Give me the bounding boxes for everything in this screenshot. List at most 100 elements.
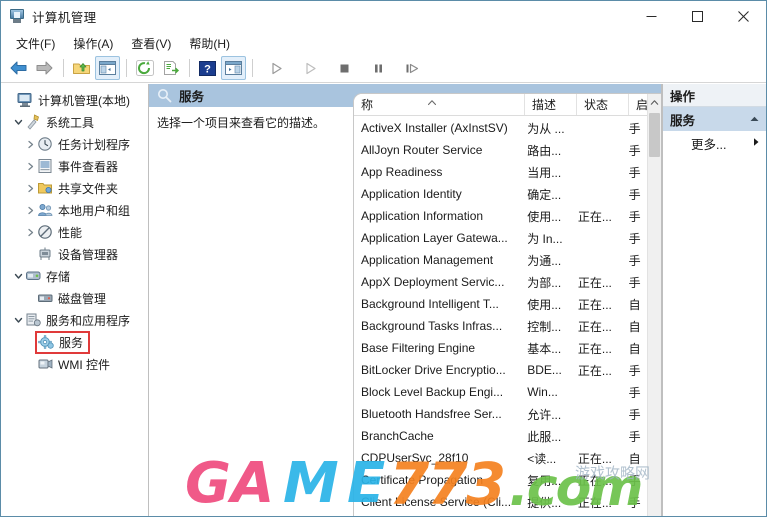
menu-file[interactable]: 文件(F)	[7, 33, 64, 54]
tree-item-label: 事件查看器	[58, 159, 119, 174]
menu-action[interactable]: 操作(A)	[64, 33, 122, 54]
forward-icon[interactable]	[32, 56, 57, 80]
tree-item-disk-management[interactable]: 磁盘管理	[1, 287, 148, 309]
up-folder-icon[interactable]	[69, 56, 94, 80]
actions-group-services[interactable]: 服务	[663, 107, 766, 131]
menu-view[interactable]: 查看(V)	[122, 33, 180, 54]
event-viewer-icon	[37, 158, 54, 174]
sort-ascending-icon	[427, 95, 437, 109]
chevron-down-icon[interactable]	[11, 309, 25, 331]
table-row[interactable]: Block Level Backup Engi... Win... 手	[354, 381, 647, 403]
tree-item-local-users-groups[interactable]: 本地用户和组	[1, 199, 148, 221]
table-row[interactable]: Application Management 为通... 手	[354, 249, 647, 271]
chevron-up-icon[interactable]	[749, 112, 760, 126]
back-icon[interactable]	[6, 56, 31, 80]
table-row[interactable]: Bluetooth Handsfree Ser... 允许... 手	[354, 403, 647, 425]
chevron-right-icon[interactable]	[23, 155, 37, 177]
tree-item-label: 任务计划程序	[58, 137, 131, 152]
tree-item-shared-folders[interactable]: 共享文件夹	[1, 177, 148, 199]
minimize-button[interactable]	[628, 1, 674, 32]
chevron-right-icon[interactable]	[752, 136, 760, 150]
table-row[interactable]: Application Layer Gatewa... 为 In... 手	[354, 227, 647, 249]
actions-group-label: 服务	[670, 113, 696, 128]
pause-icon[interactable]	[366, 56, 391, 80]
device-manager-icon	[37, 246, 54, 262]
maximize-button[interactable]	[674, 1, 720, 32]
console-tree-pane[interactable]: 计算机管理(本地) 系统工具 任务计划程序 事件查看器 共享文件夹 本地用户和组…	[1, 84, 149, 516]
clock-icon	[37, 136, 54, 152]
main-body: 计算机管理(本地) 系统工具 任务计划程序 事件查看器 共享文件夹 本地用户和组…	[1, 84, 766, 516]
tree-item-services[interactable]: 服务	[1, 330, 148, 354]
chevron-down-icon[interactable]	[11, 265, 25, 287]
services-pane: 服务 选择一个项目来查看它的描述。 称 描述 状态 启 ActiveX Inst…	[149, 84, 662, 516]
services-list-pane[interactable]: 称 描述 状态 启 ActiveX Installer (AxInstSV) 为从…	[353, 93, 661, 516]
tree-item-device-manager[interactable]: 设备管理器	[1, 243, 148, 265]
stop-icon[interactable]	[332, 56, 357, 80]
table-row[interactable]: ActiveX Installer (AxInstSV) 为从 ... 手	[354, 117, 647, 139]
list-vertical-scrollbar[interactable]	[647, 94, 661, 516]
toolbar-separator	[126, 59, 127, 77]
actions-pane-title: 操作	[663, 84, 766, 107]
menu-help[interactable]: 帮助(H)	[180, 33, 239, 54]
table-row[interactable]: Base Filtering Engine 基本... 正在... 自	[354, 337, 647, 359]
show-action-pane-icon[interactable]	[221, 56, 246, 80]
table-row[interactable]: App Readiness 当用... 手	[354, 161, 647, 183]
tree-item-wmi-control[interactable]: WMI 控件	[1, 353, 148, 375]
table-row[interactable]: Certificate Propagation 复用... 正在... 手	[354, 469, 647, 491]
tree-item-storage[interactable]: 存储	[1, 265, 148, 287]
export-list-icon[interactable]	[158, 56, 183, 80]
right-area: 服务 选择一个项目来查看它的描述。 称 描述 状态 启 ActiveX Inst…	[149, 84, 766, 516]
tree-item-label: WMI 控件	[58, 357, 110, 372]
table-row[interactable]: CDPUserSvc_28f10 <读... 正在... 自	[354, 447, 647, 469]
table-row[interactable]: Background Intelligent T... 使用... 正在... 自	[354, 293, 647, 315]
table-row[interactable]: Application Identity 确定... 手	[354, 183, 647, 205]
table-row[interactable]: BitLocker Drive Encryptio... BDE... 正在... 手	[354, 359, 647, 381]
users-icon	[37, 202, 54, 218]
start-icon[interactable]	[298, 56, 323, 80]
column-header-name[interactable]: 称	[354, 94, 525, 115]
tree-item-services-and-applications[interactable]: 服务和应用程序	[1, 309, 148, 331]
chevron-right-icon[interactable]	[23, 221, 37, 243]
show-tree-pane-icon[interactable]	[95, 56, 120, 80]
table-row[interactable]: Application Information 使用... 正在... 手	[354, 205, 647, 227]
scrollbar-thumb[interactable]	[649, 113, 660, 157]
table-row[interactable]: BranchCache 此服... 手	[354, 425, 647, 447]
list-column-header: 称 描述 状态 启	[354, 94, 661, 116]
close-button[interactable]	[720, 1, 766, 32]
play-icon[interactable]	[264, 56, 289, 80]
chevron-right-icon[interactable]	[23, 133, 37, 155]
chevron-right-icon[interactable]	[23, 177, 37, 199]
tree-item-event-viewer[interactable]: 事件查看器	[1, 155, 148, 177]
help-icon[interactable]: ?	[195, 56, 220, 80]
toolbar-separator	[189, 59, 190, 77]
table-row[interactable]: Background Tasks Infras... 控制... 正在... 自	[354, 315, 647, 337]
chevron-right-icon[interactable]	[23, 199, 37, 221]
tree-item-label: 共享文件夹	[58, 181, 119, 196]
service-description-pane: 选择一个项目来查看它的描述。	[149, 107, 353, 516]
actions-pane: 操作 服务 更多...	[662, 84, 766, 516]
table-row[interactable]: AppX Deployment Servic... 为部... 正在... 手	[354, 271, 647, 293]
performance-icon	[37, 224, 54, 240]
services-rows[interactable]: ActiveX Installer (AxInstSV) 为从 ... 手 AllJ…	[354, 117, 647, 516]
tree-item-label: 计算机管理(本地)	[38, 93, 130, 108]
window-title: 计算机管理	[32, 11, 97, 25]
tree-item-label: 设备管理器	[58, 247, 119, 262]
restart-icon[interactable]	[400, 56, 425, 80]
actions-item-more[interactable]: 更多...	[663, 131, 766, 155]
table-row[interactable]: Client License Service (Cli... 提供... 正在...…	[354, 491, 647, 513]
column-header-description[interactable]: 描述	[525, 94, 577, 115]
column-header-status[interactable]: 状态	[577, 94, 629, 115]
chevron-down-icon[interactable]	[11, 111, 25, 133]
tree-item-performance[interactable]: 性能	[1, 221, 148, 243]
tree-item-computer-management[interactable]: 计算机管理(本地)	[1, 89, 148, 111]
tree-item-system-tools[interactable]: 系统工具	[1, 111, 148, 133]
scroll-up-icon[interactable]	[648, 94, 661, 111]
tree-item-task-scheduler[interactable]: 任务计划程序	[1, 133, 148, 155]
shared-folder-icon	[37, 180, 54, 196]
refresh-icon[interactable]	[132, 56, 157, 80]
actions-item-label: 更多...	[691, 137, 727, 152]
table-row[interactable]: AllJoyn Router Service 路由... 手	[354, 139, 647, 161]
